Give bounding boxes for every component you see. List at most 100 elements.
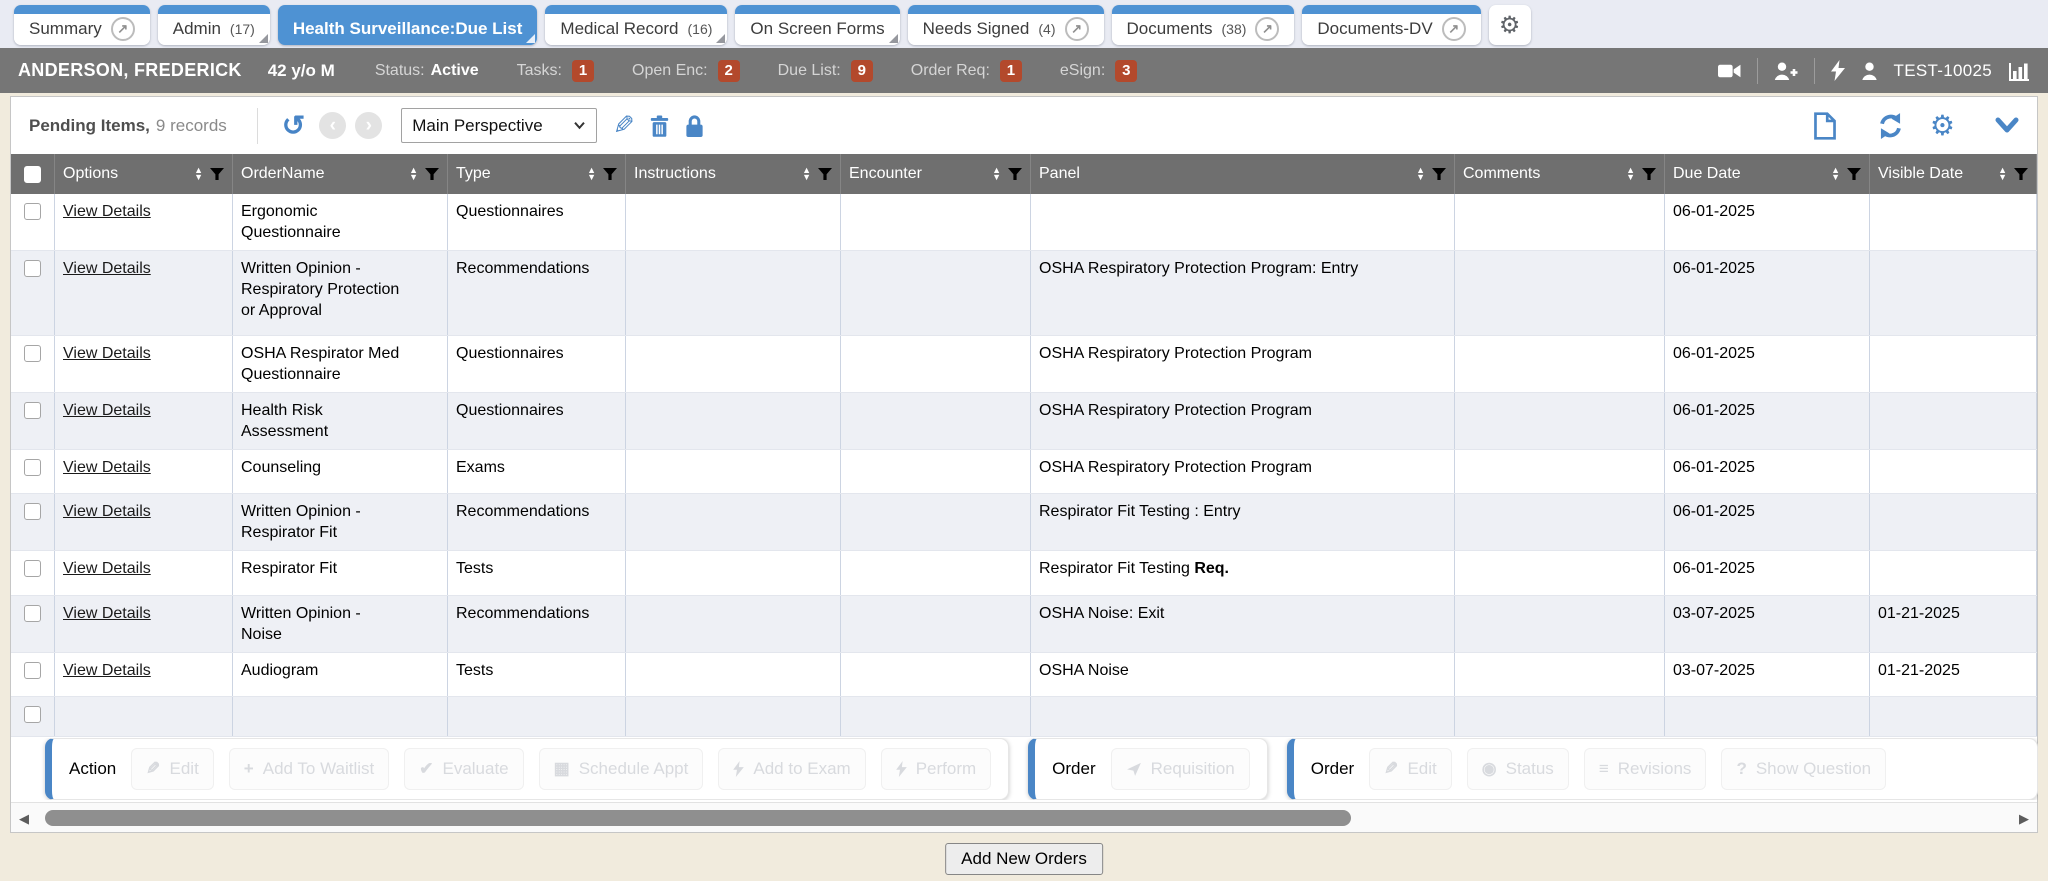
filter-funnel-icon[interactable] [425, 168, 439, 180]
scrollbar-thumb[interactable] [45, 810, 1351, 826]
nav-forward-icon[interactable]: › [355, 112, 382, 139]
tab-medical-record[interactable]: Medical Record(16) [545, 5, 727, 45]
bar-chart-icon[interactable] [2008, 61, 2030, 81]
disabled-button-requisition[interactable]: Requisition [1111, 748, 1250, 790]
select-all-checkbox[interactable] [24, 166, 41, 183]
add-new-orders-button[interactable]: Add New Orders [945, 843, 1103, 875]
tab-needs-signed[interactable]: Needs Signed(4)↗ [908, 5, 1104, 45]
horizontal-scrollbar[interactable]: ◀ ▶ [11, 802, 2037, 832]
row-checkbox[interactable] [24, 203, 41, 220]
filter-funnel-icon[interactable] [2014, 168, 2028, 180]
settings-gear-icon[interactable]: ⚙ [1930, 112, 1955, 140]
nav-back-icon[interactable]: ‹ [319, 112, 346, 139]
view-details-link[interactable]: View Details [63, 260, 151, 277]
row-checkbox[interactable] [24, 706, 41, 723]
filter-funnel-icon[interactable] [1847, 168, 1861, 180]
sort-icon[interactable]: ▲▼ [1416, 167, 1425, 181]
perspective-select[interactable]: Main Perspective [401, 108, 597, 143]
sort-icon[interactable]: ▲▼ [194, 167, 203, 181]
filter-funnel-icon[interactable] [210, 168, 224, 180]
disabled-button-add-to-exam[interactable]: Add to Exam [718, 748, 865, 790]
stat-badge[interactable]: 2 [718, 60, 740, 82]
row-checkbox[interactable] [24, 345, 41, 362]
disabled-button-evaluate[interactable]: ✔Evaluate [404, 748, 523, 790]
row-checkbox[interactable] [24, 503, 41, 520]
filter-funnel-icon[interactable] [1008, 168, 1022, 180]
disabled-button-show-question[interactable]: ?Show Question [1721, 748, 1886, 790]
open-in-new-window-icon[interactable]: ↗ [1065, 17, 1089, 41]
panel-cell: Respirator Fit Testing : Entry [1031, 494, 1455, 550]
stat-badge[interactable]: 1 [572, 60, 594, 82]
view-details-link[interactable]: View Details [63, 503, 151, 520]
panel-cell: OSHA Noise: Exit [1031, 596, 1455, 652]
new-document-icon[interactable] [1813, 112, 1837, 140]
row-checkbox[interactable] [24, 605, 41, 622]
tab-settings-gear-button[interactable]: ⚙ [1489, 5, 1531, 45]
view-details-link[interactable]: View Details [63, 203, 151, 220]
filter-funnel-icon[interactable] [1432, 168, 1446, 180]
refresh-icon[interactable] [1877, 113, 1904, 139]
lightning-icon[interactable] [1831, 60, 1845, 81]
tab-documents-dv[interactable]: Documents-DV↗ [1302, 5, 1480, 45]
column-header-visible-date[interactable]: Visible Date▲▼ [1870, 154, 2037, 194]
column-header-type[interactable]: Type▲▼ [448, 154, 626, 194]
video-camera-icon[interactable] [1718, 62, 1741, 80]
row-checkbox[interactable] [24, 560, 41, 577]
stat-badge[interactable]: 1 [1000, 60, 1022, 82]
delete-trash-icon[interactable] [649, 114, 670, 138]
add-person-icon[interactable] [1774, 62, 1798, 80]
open-in-new-window-icon[interactable]: ↗ [1255, 17, 1279, 41]
sort-icon[interactable]: ▲▼ [409, 167, 418, 181]
tab-summary[interactable]: Summary↗ [14, 5, 150, 45]
column-header-comments[interactable]: Comments▲▼ [1455, 154, 1665, 194]
sort-icon[interactable]: ▲▼ [992, 167, 1001, 181]
disabled-button-add-to-waitlist[interactable]: +Add To Waitlist [229, 748, 389, 790]
open-in-new-window-icon[interactable]: ↗ [1442, 17, 1466, 41]
row-checkbox[interactable] [24, 260, 41, 277]
view-details-link[interactable]: View Details [63, 662, 151, 679]
open-in-new-window-icon[interactable]: ↗ [111, 17, 135, 41]
disabled-button-status[interactable]: ◉Status [1467, 748, 1569, 790]
filter-funnel-icon[interactable] [1642, 168, 1656, 180]
disabled-button-edit[interactable]: ✎Edit [131, 748, 214, 790]
row-checkbox[interactable] [24, 459, 41, 476]
sort-icon[interactable]: ▲▼ [587, 167, 596, 181]
disabled-button-edit[interactable]: ✎Edit [1369, 748, 1452, 790]
column-header-due-date[interactable]: Due Date▲▼ [1665, 154, 1870, 194]
column-header-ordername[interactable]: OrderName▲▼ [233, 154, 448, 194]
column-header-encounter[interactable]: Encounter▲▼ [841, 154, 1031, 194]
scroll-right-arrow-icon[interactable]: ▶ [2019, 811, 2029, 827]
disabled-button-revisions[interactable]: ≡Revisions [1584, 748, 1707, 790]
sort-icon[interactable]: ▲▼ [1626, 167, 1635, 181]
stat-badge[interactable]: 3 [1115, 60, 1137, 82]
instructions-cell [626, 450, 841, 493]
sort-icon[interactable]: ▲▼ [1998, 167, 2007, 181]
lock-icon[interactable] [684, 114, 705, 138]
tab-admin[interactable]: Admin(17) [158, 5, 270, 45]
tab-on-screen-forms[interactable]: On Screen Forms [735, 5, 899, 45]
column-header-options[interactable]: Options▲▼ [55, 154, 233, 194]
row-checkbox[interactable] [24, 662, 41, 679]
column-header-panel[interactable]: Panel▲▼ [1031, 154, 1455, 194]
disabled-button-schedule-appt[interactable]: ▦Schedule Appt [539, 748, 704, 790]
undo-icon[interactable]: ↺ [282, 112, 305, 140]
collapse-chevron-icon[interactable] [1995, 117, 2019, 134]
scroll-left-arrow-icon[interactable]: ◀ [19, 811, 29, 827]
visible-date-cell [1870, 450, 2037, 493]
disabled-button-perform[interactable]: Perform [881, 748, 991, 790]
edit-pencil-icon[interactable]: ✎ [613, 110, 635, 141]
stat-badge[interactable]: 9 [851, 60, 873, 82]
sort-icon[interactable]: ▲▼ [1831, 167, 1840, 181]
view-details-link[interactable]: View Details [63, 560, 151, 577]
view-details-link[interactable]: View Details [63, 402, 151, 419]
row-checkbox[interactable] [24, 402, 41, 419]
sort-icon[interactable]: ▲▼ [802, 167, 811, 181]
filter-funnel-icon[interactable] [603, 168, 617, 180]
tab-documents[interactable]: Documents(38)↗ [1112, 5, 1295, 45]
view-details-link[interactable]: View Details [63, 345, 151, 362]
tab-health-surveillance-due-list[interactable]: Health Surveillance:Due List [278, 5, 538, 45]
view-details-link[interactable]: View Details [63, 459, 151, 476]
column-header-instructions[interactable]: Instructions▲▼ [626, 154, 841, 194]
filter-funnel-icon[interactable] [818, 168, 832, 180]
view-details-link[interactable]: View Details [63, 605, 151, 622]
